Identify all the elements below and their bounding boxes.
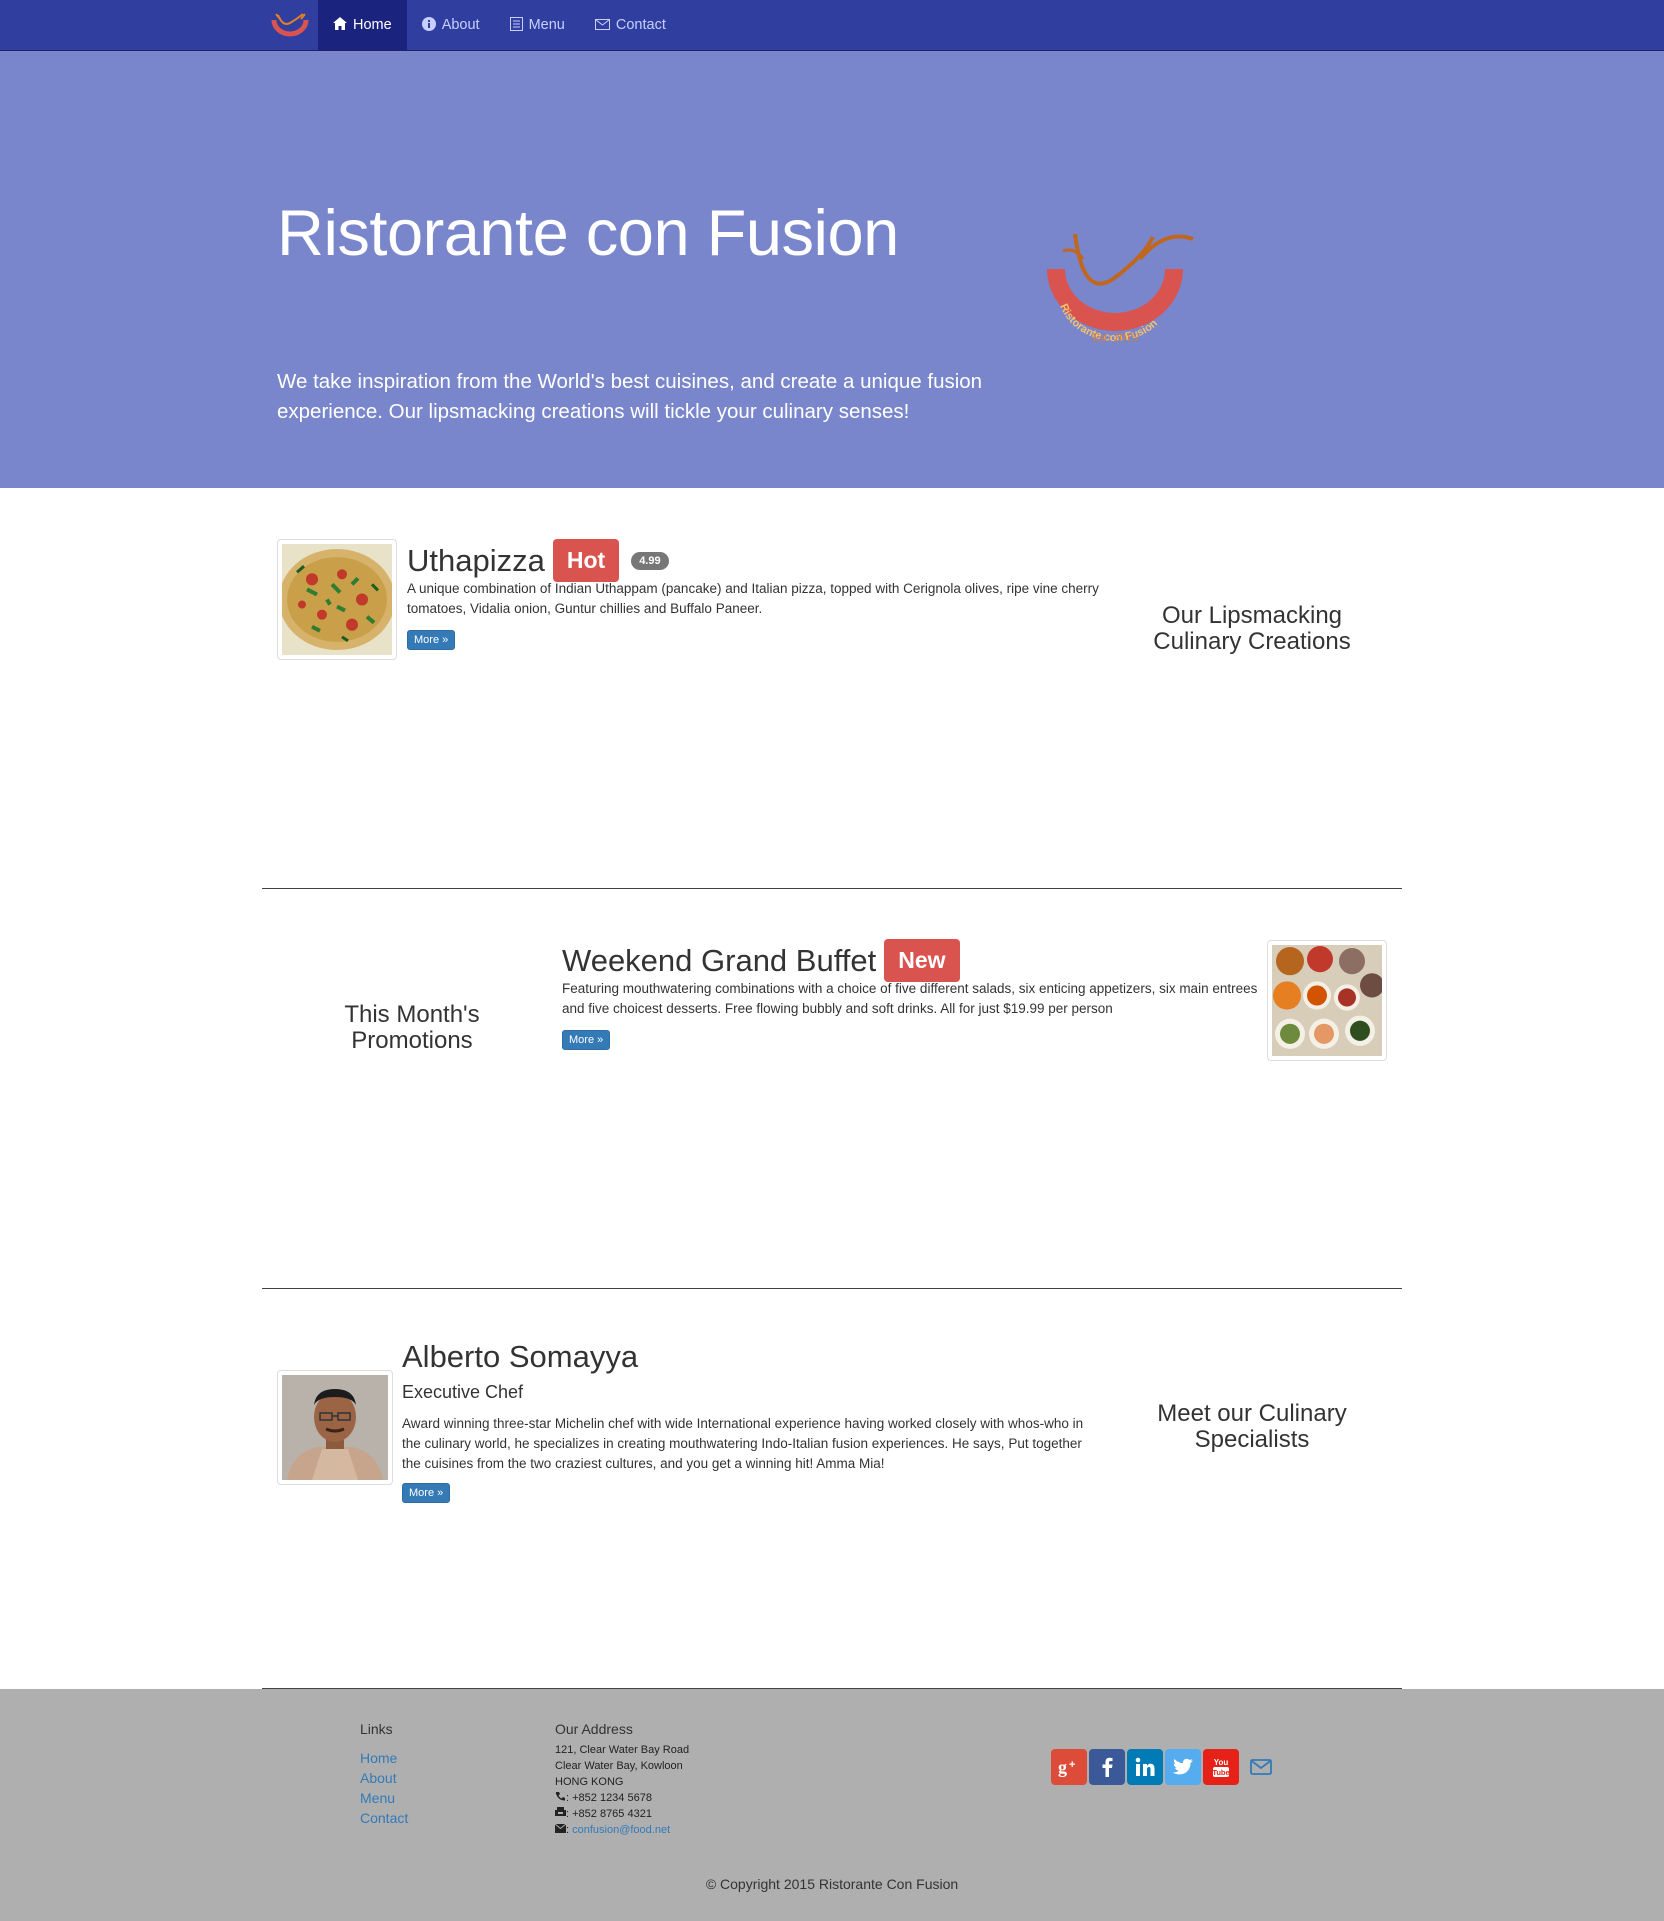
phone-line: : +852 1234 5678 — [555, 1790, 689, 1806]
leader-name: Alberto Somayya — [402, 1339, 639, 1374]
price-badge: 4.99 — [631, 551, 669, 570]
footer-address-heading: Our Address — [555, 1721, 633, 1737]
nav-contact-label: Contact — [615, 17, 666, 33]
dish-more-button[interactable]: More » — [407, 630, 456, 650]
svg-text:Tube: Tube — [1212, 1768, 1229, 1777]
address-line: HONG KONG — [555, 1776, 624, 1788]
nav-home-label: Home — [353, 17, 392, 33]
promotion-row: This Month's Promotions Weekend Grand Bu… — [262, 939, 1402, 1139]
promotion-image — [1267, 940, 1387, 1061]
logo-icon — [271, 13, 309, 37]
footer: Links Home About Menu Contact Our Addres… — [0, 1689, 1664, 1921]
nav-menu-label: Menu — [528, 17, 565, 33]
email-link[interactable]: confusion@food.net — [572, 1824, 670, 1836]
nav-menu[interactable]: Menu — [495, 0, 580, 50]
brand-logo[interactable] — [262, 0, 318, 50]
dish-heading: Uthapizza Hot 4.99 — [407, 539, 669, 582]
footer-link-menu[interactable]: Menu — [360, 1788, 408, 1808]
envelope-icon — [554, 1823, 567, 1833]
leader-image — [277, 1370, 393, 1485]
pizza-image — [282, 544, 392, 655]
dish-row: Uthapizza Hot 4.99 A unique combination … — [262, 539, 1402, 739]
footer-address: 121, Clear Water Bay Road Clear Water Ba… — [554, 1742, 690, 1838]
fax-number: : +852 8765 4321 — [566, 1808, 652, 1820]
footer-link-contact[interactable]: Contact — [360, 1808, 408, 1828]
twitter-icon[interactable] — [1165, 1749, 1201, 1785]
navbar: Home About Menu Contact — [0, 0, 1664, 51]
restaurant-logo: Ristorante con Fusion Est. 2015 — [1047, 233, 1194, 344]
promotion-description: Featuring mouthwatering combinations wit… — [562, 981, 1258, 1016]
promotion-title: Weekend Grand Buffet — [562, 942, 877, 978]
envelope-icon — [594, 17, 610, 33]
facebook-icon[interactable] — [1089, 1749, 1125, 1785]
chef-portrait — [282, 1375, 388, 1480]
fax-icon — [555, 1807, 566, 1816]
svg-text:You: You — [1214, 1758, 1229, 1767]
hot-label: Hot — [552, 539, 620, 582]
promotion-more-button[interactable]: More » — [562, 1030, 611, 1050]
info-icon — [421, 16, 436, 34]
dish-image — [277, 539, 397, 660]
email-line: : confusion@food.net — [554, 1822, 689, 1838]
divider — [262, 888, 1402, 889]
list-icon — [509, 16, 523, 34]
nav-about-label: About — [441, 17, 480, 33]
nav-home[interactable]: Home — [318, 0, 407, 50]
leader-row: Alberto Somayya Executive Chef Award win… — [262, 1339, 1402, 1539]
leader-designation: Executive Chef — [402, 1382, 524, 1402]
fax-line: : +852 8765 4321 — [555, 1806, 689, 1822]
footer-links: Home About Menu Contact — [360, 1748, 408, 1828]
footer-link-home[interactable]: Home — [360, 1748, 408, 1768]
logo-est: Est. 2015 — [1092, 330, 1137, 344]
address-line: Clear Water Bay, Kowloon — [555, 1760, 683, 1772]
promotion-heading: Weekend Grand Buffet New — [562, 939, 960, 982]
jumbotron-title: Ristorante con Fusion — [277, 196, 899, 269]
linkedin-icon[interactable] — [1127, 1749, 1163, 1785]
promotion-side-heading: This Month's Promotions — [344, 1001, 480, 1054]
google-plus-icon[interactable]: g + — [1051, 1749, 1087, 1785]
phone-number: : +852 1234 5678 — [566, 1792, 652, 1804]
envelope-icon[interactable] — [1241, 1749, 1281, 1785]
dish-side-heading: Our Lipsmacking Culinary Creations — [1153, 602, 1351, 655]
leader-side-heading: Meet our Culinary Specialists — [1157, 1400, 1347, 1453]
buffet-image — [1272, 945, 1382, 1056]
jumbotron: Ristorante con Fusion We take inspiratio… — [0, 51, 1664, 488]
footer-links-heading: Links — [360, 1721, 393, 1737]
phone-icon — [556, 1792, 565, 1801]
divider — [262, 1288, 1402, 1289]
youtube-icon[interactable]: You Tube — [1203, 1749, 1239, 1785]
copyright: © Copyright 2015 Ristorante Con Fusion — [705, 1876, 959, 1892]
dish-title: Uthapizza — [407, 542, 545, 578]
nav-about[interactable]: About — [407, 0, 495, 50]
jumbotron-text: We take inspiration from the World's bes… — [277, 370, 983, 423]
address-line: 121, Clear Water Bay Road — [555, 1744, 690, 1756]
new-label: New — [884, 939, 960, 982]
footer-link-about[interactable]: About — [360, 1768, 408, 1788]
nav-contact[interactable]: Contact — [580, 0, 681, 50]
leader-description: Award winning three-star Michelin chef w… — [402, 1416, 1084, 1471]
leader-more-button[interactable]: More » — [402, 1483, 451, 1503]
dish-description: A unique combination of Indian Uthappam … — [407, 581, 1099, 616]
social-buttons: g + You Tube — [1051, 1749, 1281, 1785]
home-icon — [333, 17, 347, 33]
svg-text:+: + — [1069, 1759, 1075, 1771]
svg-text:g: g — [1058, 1757, 1067, 1777]
